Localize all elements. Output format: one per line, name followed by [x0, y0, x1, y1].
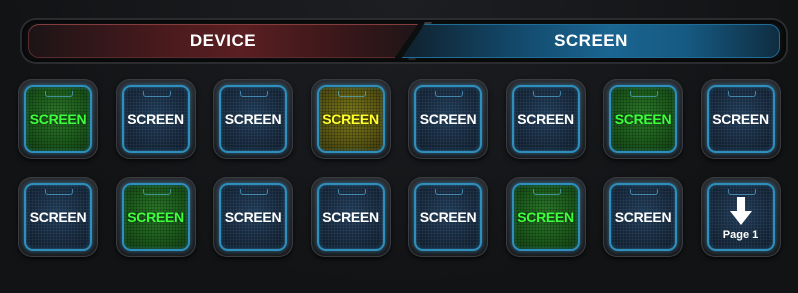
page-key[interactable]: Page 1 [700, 177, 781, 257]
key-notch [240, 91, 268, 97]
tab-device[interactable]: DEVICE [28, 24, 418, 58]
page-label: Page 1 [722, 229, 759, 241]
stream-deck-panel: DEVICE SCREEN SCREEN SCREEN SCREEN SCREEN SC… [0, 0, 798, 293]
key-label: SCREEN [127, 111, 184, 127]
screen-key[interactable]: SCREEN [505, 177, 586, 257]
key-notch [142, 189, 171, 195]
screen-key[interactable]: SCREEN [115, 177, 196, 257]
key-label: SCREEN [517, 209, 574, 225]
key-display: SCREEN [121, 183, 190, 251]
key-display: SCREEN [219, 85, 287, 153]
screen-key[interactable]: SCREEN [18, 79, 98, 159]
key-label: SCREEN [29, 111, 87, 127]
key-display: SCREEN [609, 85, 677, 153]
screen-key[interactable]: SCREEN [505, 79, 586, 159]
tab-screen[interactable]: SCREEN [402, 24, 780, 58]
key-label: SCREEN [419, 111, 477, 127]
screen-key[interactable]: SCREEN [603, 79, 683, 159]
key-display: SCREEN [121, 85, 190, 153]
arrow-down-icon [729, 197, 752, 225]
key-notch [337, 91, 366, 97]
screen-key[interactable]: SCREEN [408, 79, 488, 159]
key-label: SCREEN [322, 209, 379, 225]
screen-key[interactable]: SCREEN [213, 177, 293, 257]
key-display: SCREEN [24, 183, 92, 251]
key-display: Page 1 [706, 183, 775, 251]
screen-key[interactable]: SCREEN [603, 177, 683, 257]
key-label: SCREEN [614, 111, 672, 127]
screen-key[interactable]: SCREEN [213, 79, 293, 159]
key-notch [630, 189, 658, 195]
key-display: SCREEN [24, 85, 92, 153]
key-label: SCREEN [127, 209, 184, 225]
key-display: SCREEN [609, 183, 677, 251]
screen-key[interactable]: SCREEN [310, 79, 391, 159]
key-display: SCREEN [706, 85, 775, 153]
screen-key[interactable]: SCREEN [115, 79, 196, 159]
key-notch [435, 189, 463, 195]
key-label: SCREEN [419, 209, 477, 225]
key-label: SCREEN [712, 111, 769, 127]
key-notch [727, 189, 756, 195]
key-notch [630, 91, 658, 97]
key-display: SCREEN [511, 183, 580, 251]
key-display: SCREEN [414, 183, 482, 251]
key-notch [337, 189, 366, 195]
screen-key[interactable]: SCREEN [310, 177, 391, 257]
key-notch [532, 189, 561, 195]
key-display: SCREEN [219, 183, 287, 251]
key-display: SCREEN [511, 85, 580, 153]
key-label: SCREEN [322, 111, 379, 127]
screen-key[interactable]: SCREEN [408, 177, 488, 257]
key-label: SCREEN [224, 111, 282, 127]
tab-bar: DEVICE SCREEN [22, 20, 786, 62]
screen-key[interactable]: SCREEN [18, 177, 98, 257]
key-notch [727, 91, 756, 97]
key-notch [240, 189, 268, 195]
key-grid: SCREEN SCREEN SCREEN SCREEN SCREEN SCREEN SCRE… [10, 76, 790, 272]
key-label: SCREEN [224, 209, 282, 225]
tab-screen-label: SCREEN [554, 31, 628, 50]
key-label: SCREEN [29, 209, 87, 225]
key-notch [532, 91, 561, 97]
key-notch [142, 91, 171, 97]
tab-device-label: DEVICE [189, 31, 257, 50]
screen-key[interactable]: SCREEN [700, 79, 781, 159]
key-notch [45, 189, 73, 195]
key-notch [45, 91, 73, 97]
key-notch [435, 91, 463, 97]
key-display: SCREEN [316, 85, 385, 153]
key-label: SCREEN [614, 209, 672, 225]
key-display: SCREEN [316, 183, 385, 251]
key-display: SCREEN [414, 85, 482, 153]
key-label: SCREEN [517, 111, 574, 127]
